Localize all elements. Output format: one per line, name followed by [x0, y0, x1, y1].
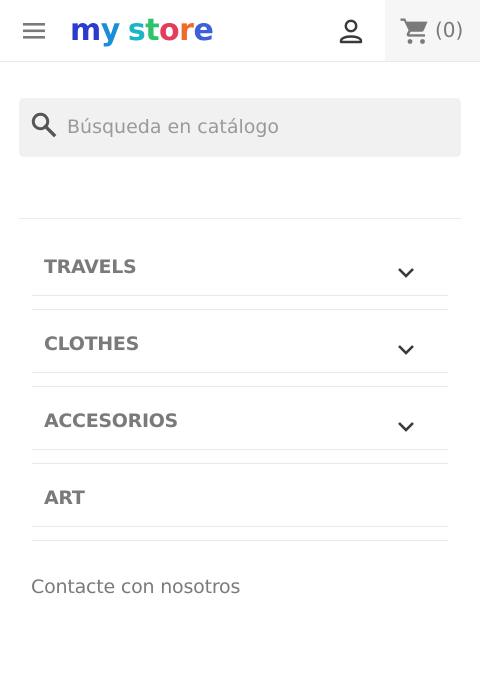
- divider: [32, 309, 448, 310]
- account-button[interactable]: [334, 14, 368, 48]
- logo-letter: e: [193, 13, 214, 48]
- divider: [32, 372, 448, 373]
- chevron-down-icon[interactable]: [396, 420, 416, 434]
- cart-button[interactable]: (0): [385, 0, 480, 61]
- logo-letter: m: [70, 13, 101, 48]
- divider: [32, 526, 448, 527]
- divider: [32, 295, 448, 296]
- category-item-art[interactable]: ART: [32, 479, 448, 529]
- category-label: TRAVELS: [44, 256, 137, 278]
- chevron-down-icon[interactable]: [396, 266, 416, 280]
- category-item-travels[interactable]: TRAVELS: [32, 248, 448, 298]
- divider: [19, 218, 461, 219]
- divider: [32, 540, 448, 541]
- logo-letter: t: [145, 13, 160, 48]
- cart-count: (0): [435, 18, 464, 42]
- divider: [32, 449, 448, 450]
- hamburger-menu-button[interactable]: [20, 18, 50, 44]
- site-header: my store (0): [0, 0, 480, 62]
- divider: [32, 463, 448, 464]
- search-bar: [19, 98, 461, 157]
- hamburger-icon: [23, 23, 45, 39]
- category-label: CLOTHES: [44, 333, 139, 355]
- shopping-cart-icon: [400, 18, 428, 44]
- category-item-accesorios[interactable]: ACCESORIOS: [32, 402, 448, 452]
- search-icon: [31, 112, 57, 138]
- category-label: ART: [44, 487, 85, 509]
- logo-letter: y: [100, 13, 121, 48]
- contact-link[interactable]: Contacte con nosotros: [31, 576, 240, 598]
- logo-letter: r: [179, 13, 194, 48]
- user-icon: [339, 19, 363, 44]
- store-logo[interactable]: my store: [70, 12, 214, 52]
- chevron-down-icon[interactable]: [396, 343, 416, 357]
- logo-letter: o: [159, 13, 180, 48]
- divider: [32, 386, 448, 387]
- category-label: ACCESORIOS: [44, 410, 178, 432]
- category-item-clothes[interactable]: CLOTHES: [32, 325, 448, 375]
- search-input[interactable]: [67, 108, 447, 146]
- logo-letter: s: [127, 13, 146, 48]
